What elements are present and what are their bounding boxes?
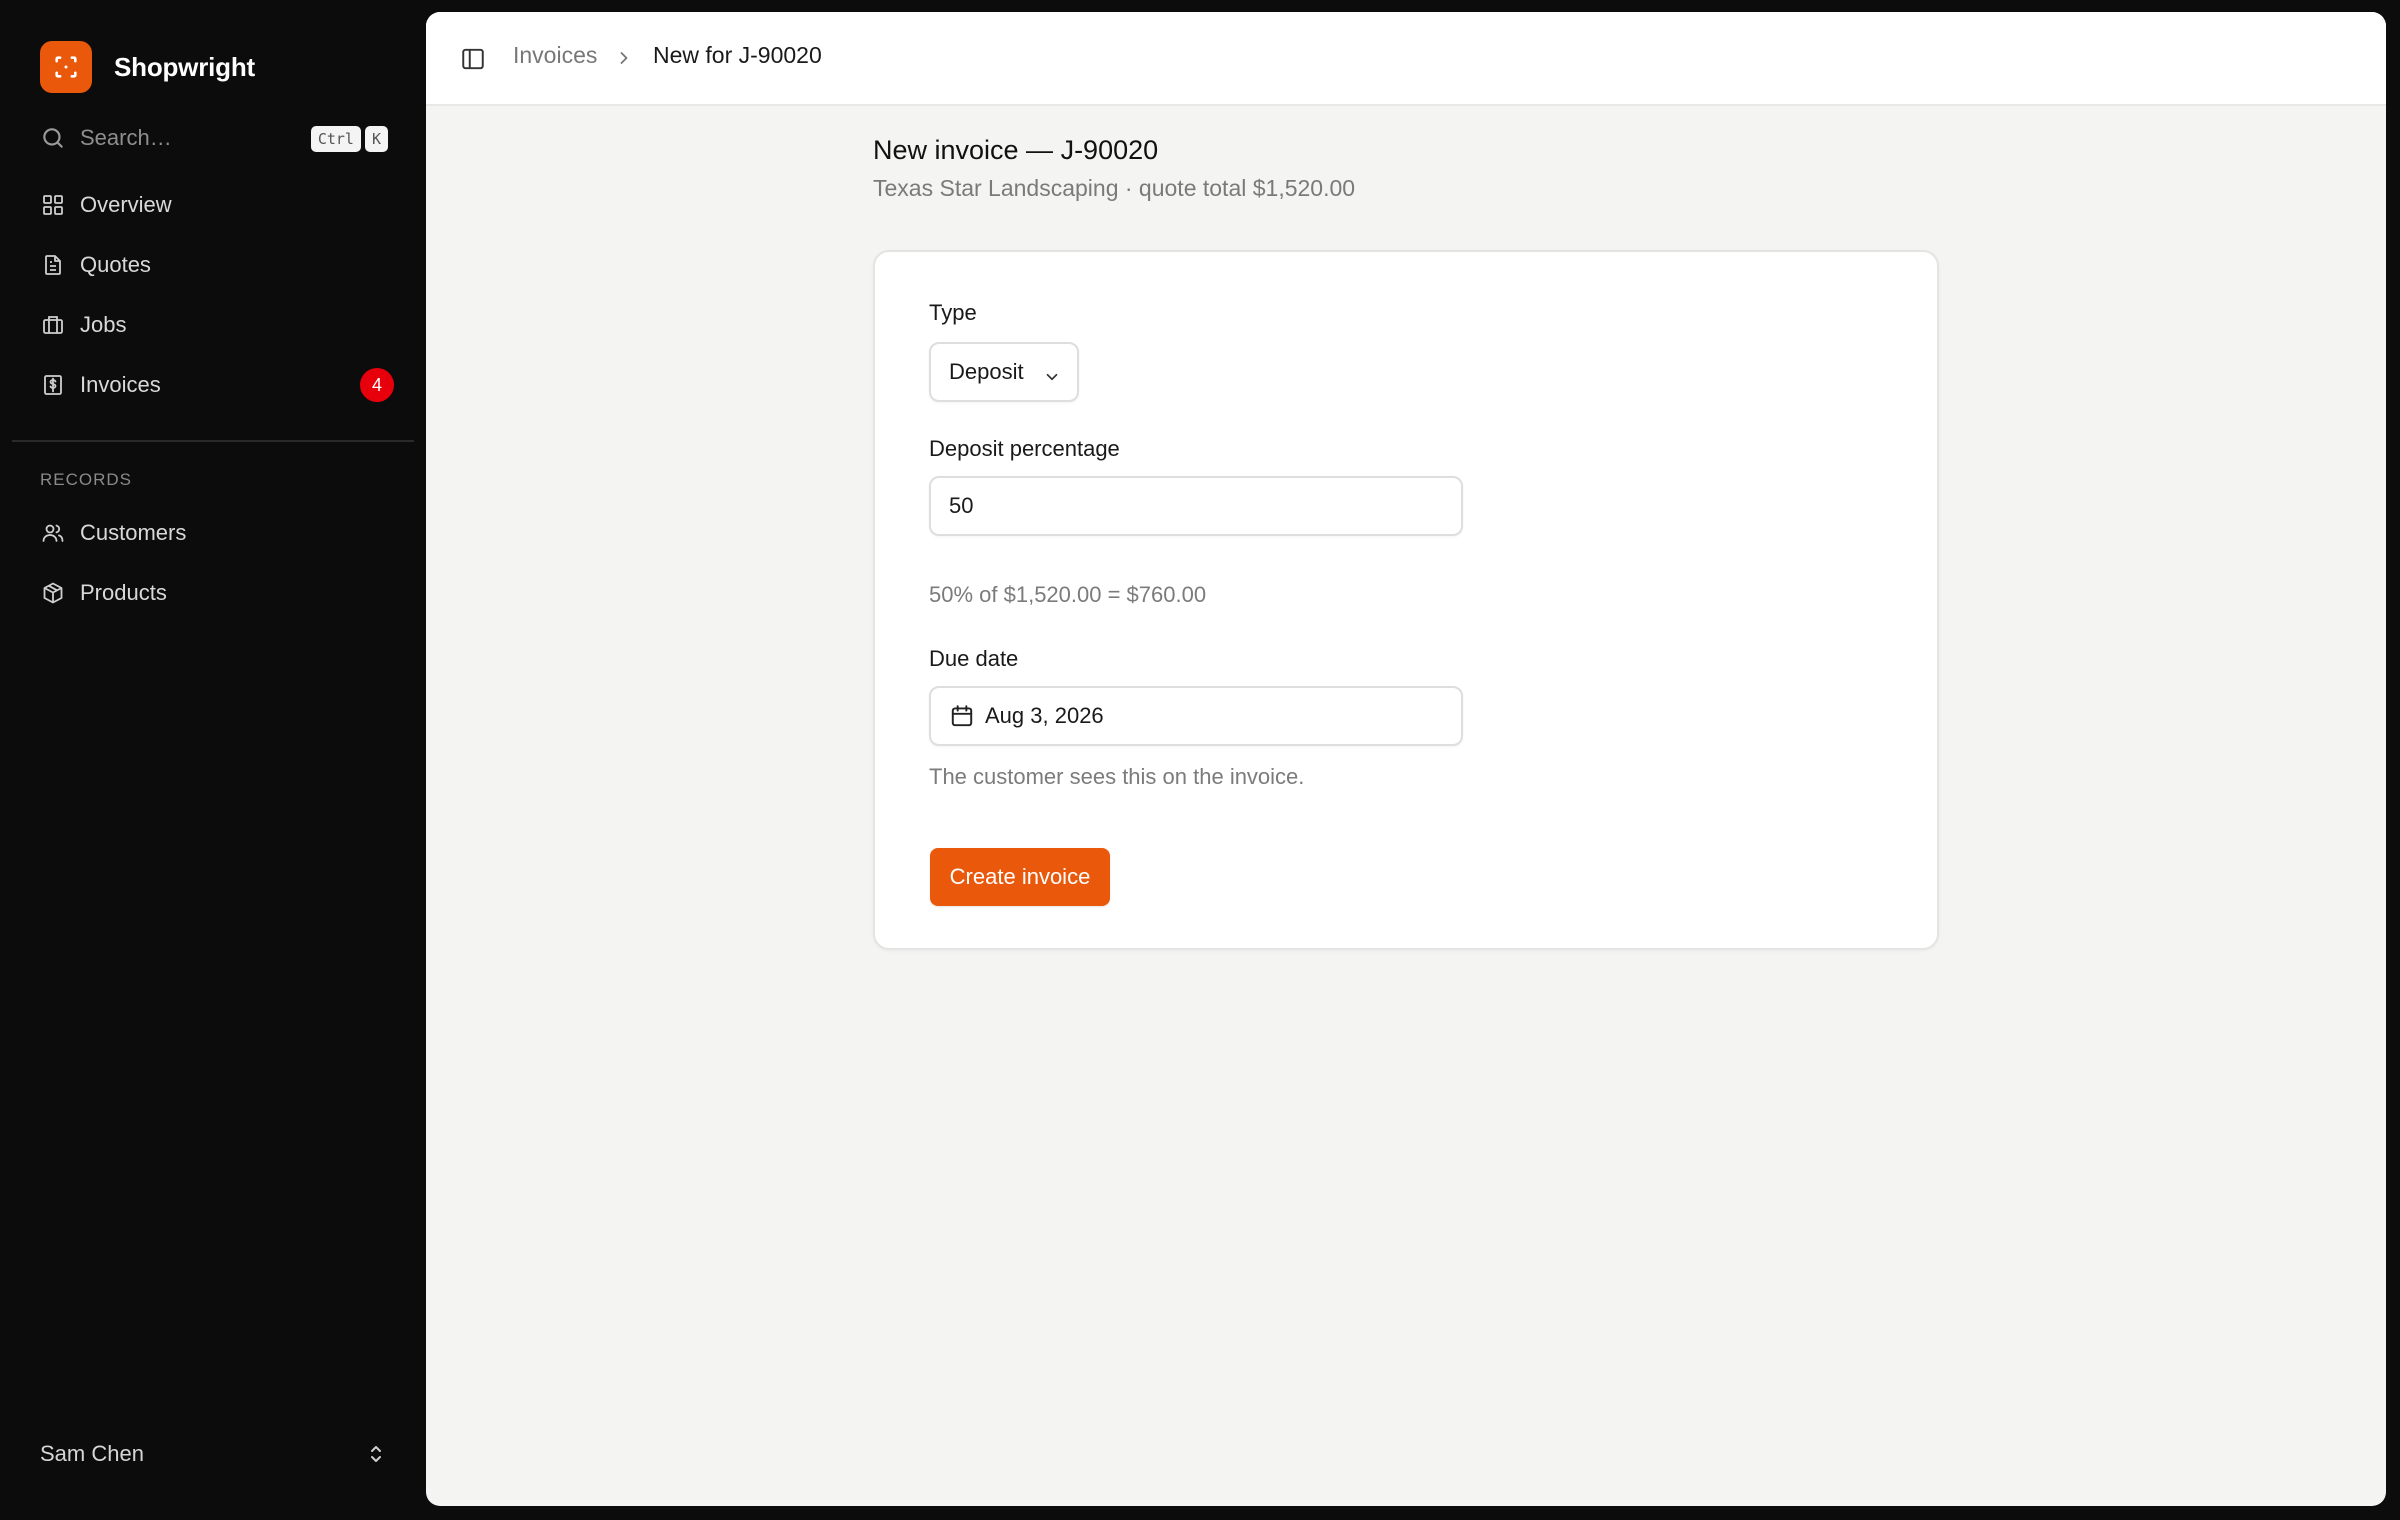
- search-shortcut: Ctrl K: [310, 126, 388, 152]
- package-icon: [40, 580, 66, 606]
- type-select[interactable]: Deposit: [929, 342, 1079, 402]
- chevrons-up-down-icon: [364, 1442, 388, 1472]
- chevron-right-icon: [614, 48, 634, 73]
- user-menu[interactable]: Sam Chen: [40, 1434, 388, 1474]
- sidebar-item-invoices[interactable]: Invoices 4: [40, 365, 396, 405]
- sidebar-item-products[interactable]: Products: [40, 573, 396, 613]
- calendar-icon: [949, 703, 975, 729]
- shortcut-key-k: K: [364, 126, 388, 152]
- main-panel: Invoices New for J-90020 New invoice — J…: [426, 12, 2386, 1506]
- due-date-hint: The customer sees this on the invoice.: [929, 764, 1305, 789]
- sidebar-item-label: Products: [80, 580, 167, 605]
- document-icon: [40, 252, 66, 278]
- sidebar-item-label: Quotes: [80, 252, 151, 277]
- deposit-percentage-input[interactable]: 50: [929, 476, 1463, 536]
- sidebar: Shopwright Search… Ctrl K Overview Quote…: [0, 0, 426, 1520]
- sidebar-divider: [12, 440, 414, 442]
- sidebar-item-overview[interactable]: Overview: [40, 185, 396, 225]
- sidebar-item-customers[interactable]: Customers: [40, 513, 396, 553]
- sidebar-toggle-icon[interactable]: [460, 46, 486, 77]
- chevron-down-icon: [1043, 366, 1061, 392]
- breadcrumb-invoices-link[interactable]: Invoices: [513, 42, 597, 69]
- type-label: Type: [929, 300, 977, 325]
- sidebar-item-quotes[interactable]: Quotes: [40, 245, 396, 285]
- brand[interactable]: Shopwright: [40, 41, 255, 93]
- type-select-value: Deposit: [949, 359, 1024, 384]
- create-invoice-button[interactable]: Create invoice: [930, 848, 1110, 906]
- due-date-label: Due date: [929, 646, 1019, 671]
- breadcrumb-current: New for J-90020: [653, 42, 822, 68]
- users-icon: [40, 520, 66, 546]
- grid-icon: [40, 192, 66, 218]
- receipt-icon: [40, 372, 66, 398]
- sidebar-item-jobs[interactable]: Jobs: [40, 305, 396, 345]
- records-heading: RECORDS: [40, 470, 133, 489]
- briefcase-icon: [40, 312, 66, 338]
- due-date-value: Aug 3, 2026: [985, 703, 1104, 728]
- page-title: New invoice — J-90020: [873, 135, 1159, 165]
- page-subtitle: Texas Star Landscaping · quote total $1,…: [873, 175, 1356, 201]
- app-name: Shopwright: [114, 51, 255, 82]
- search-icon: [40, 125, 66, 151]
- deposit-percentage-label: Deposit percentage: [929, 436, 1120, 461]
- search-input[interactable]: Search… Ctrl K: [40, 120, 388, 156]
- invoices-count-badge: 4: [360, 368, 394, 402]
- shortcut-key-ctrl: Ctrl: [310, 126, 361, 152]
- sidebar-item-label: Invoices: [80, 372, 161, 397]
- search-placeholder: Search…: [80, 125, 172, 150]
- invoice-form-card: Type Deposit Deposit percentage 50 50% o…: [873, 250, 1939, 950]
- sidebar-item-label: Jobs: [80, 312, 127, 337]
- deposit-percentage-value: 50: [949, 493, 974, 518]
- sidebar-item-label: Customers: [80, 520, 187, 545]
- due-date-picker[interactable]: Aug 3, 2026: [929, 686, 1463, 746]
- deposit-calculation: 50% of $1,520.00 = $760.00: [929, 582, 1207, 607]
- topbar: Invoices New for J-90020: [426, 12, 2386, 106]
- scan-icon: [40, 41, 92, 93]
- user-name: Sam Chen: [40, 1441, 144, 1466]
- sidebar-item-label: Overview: [80, 192, 172, 217]
